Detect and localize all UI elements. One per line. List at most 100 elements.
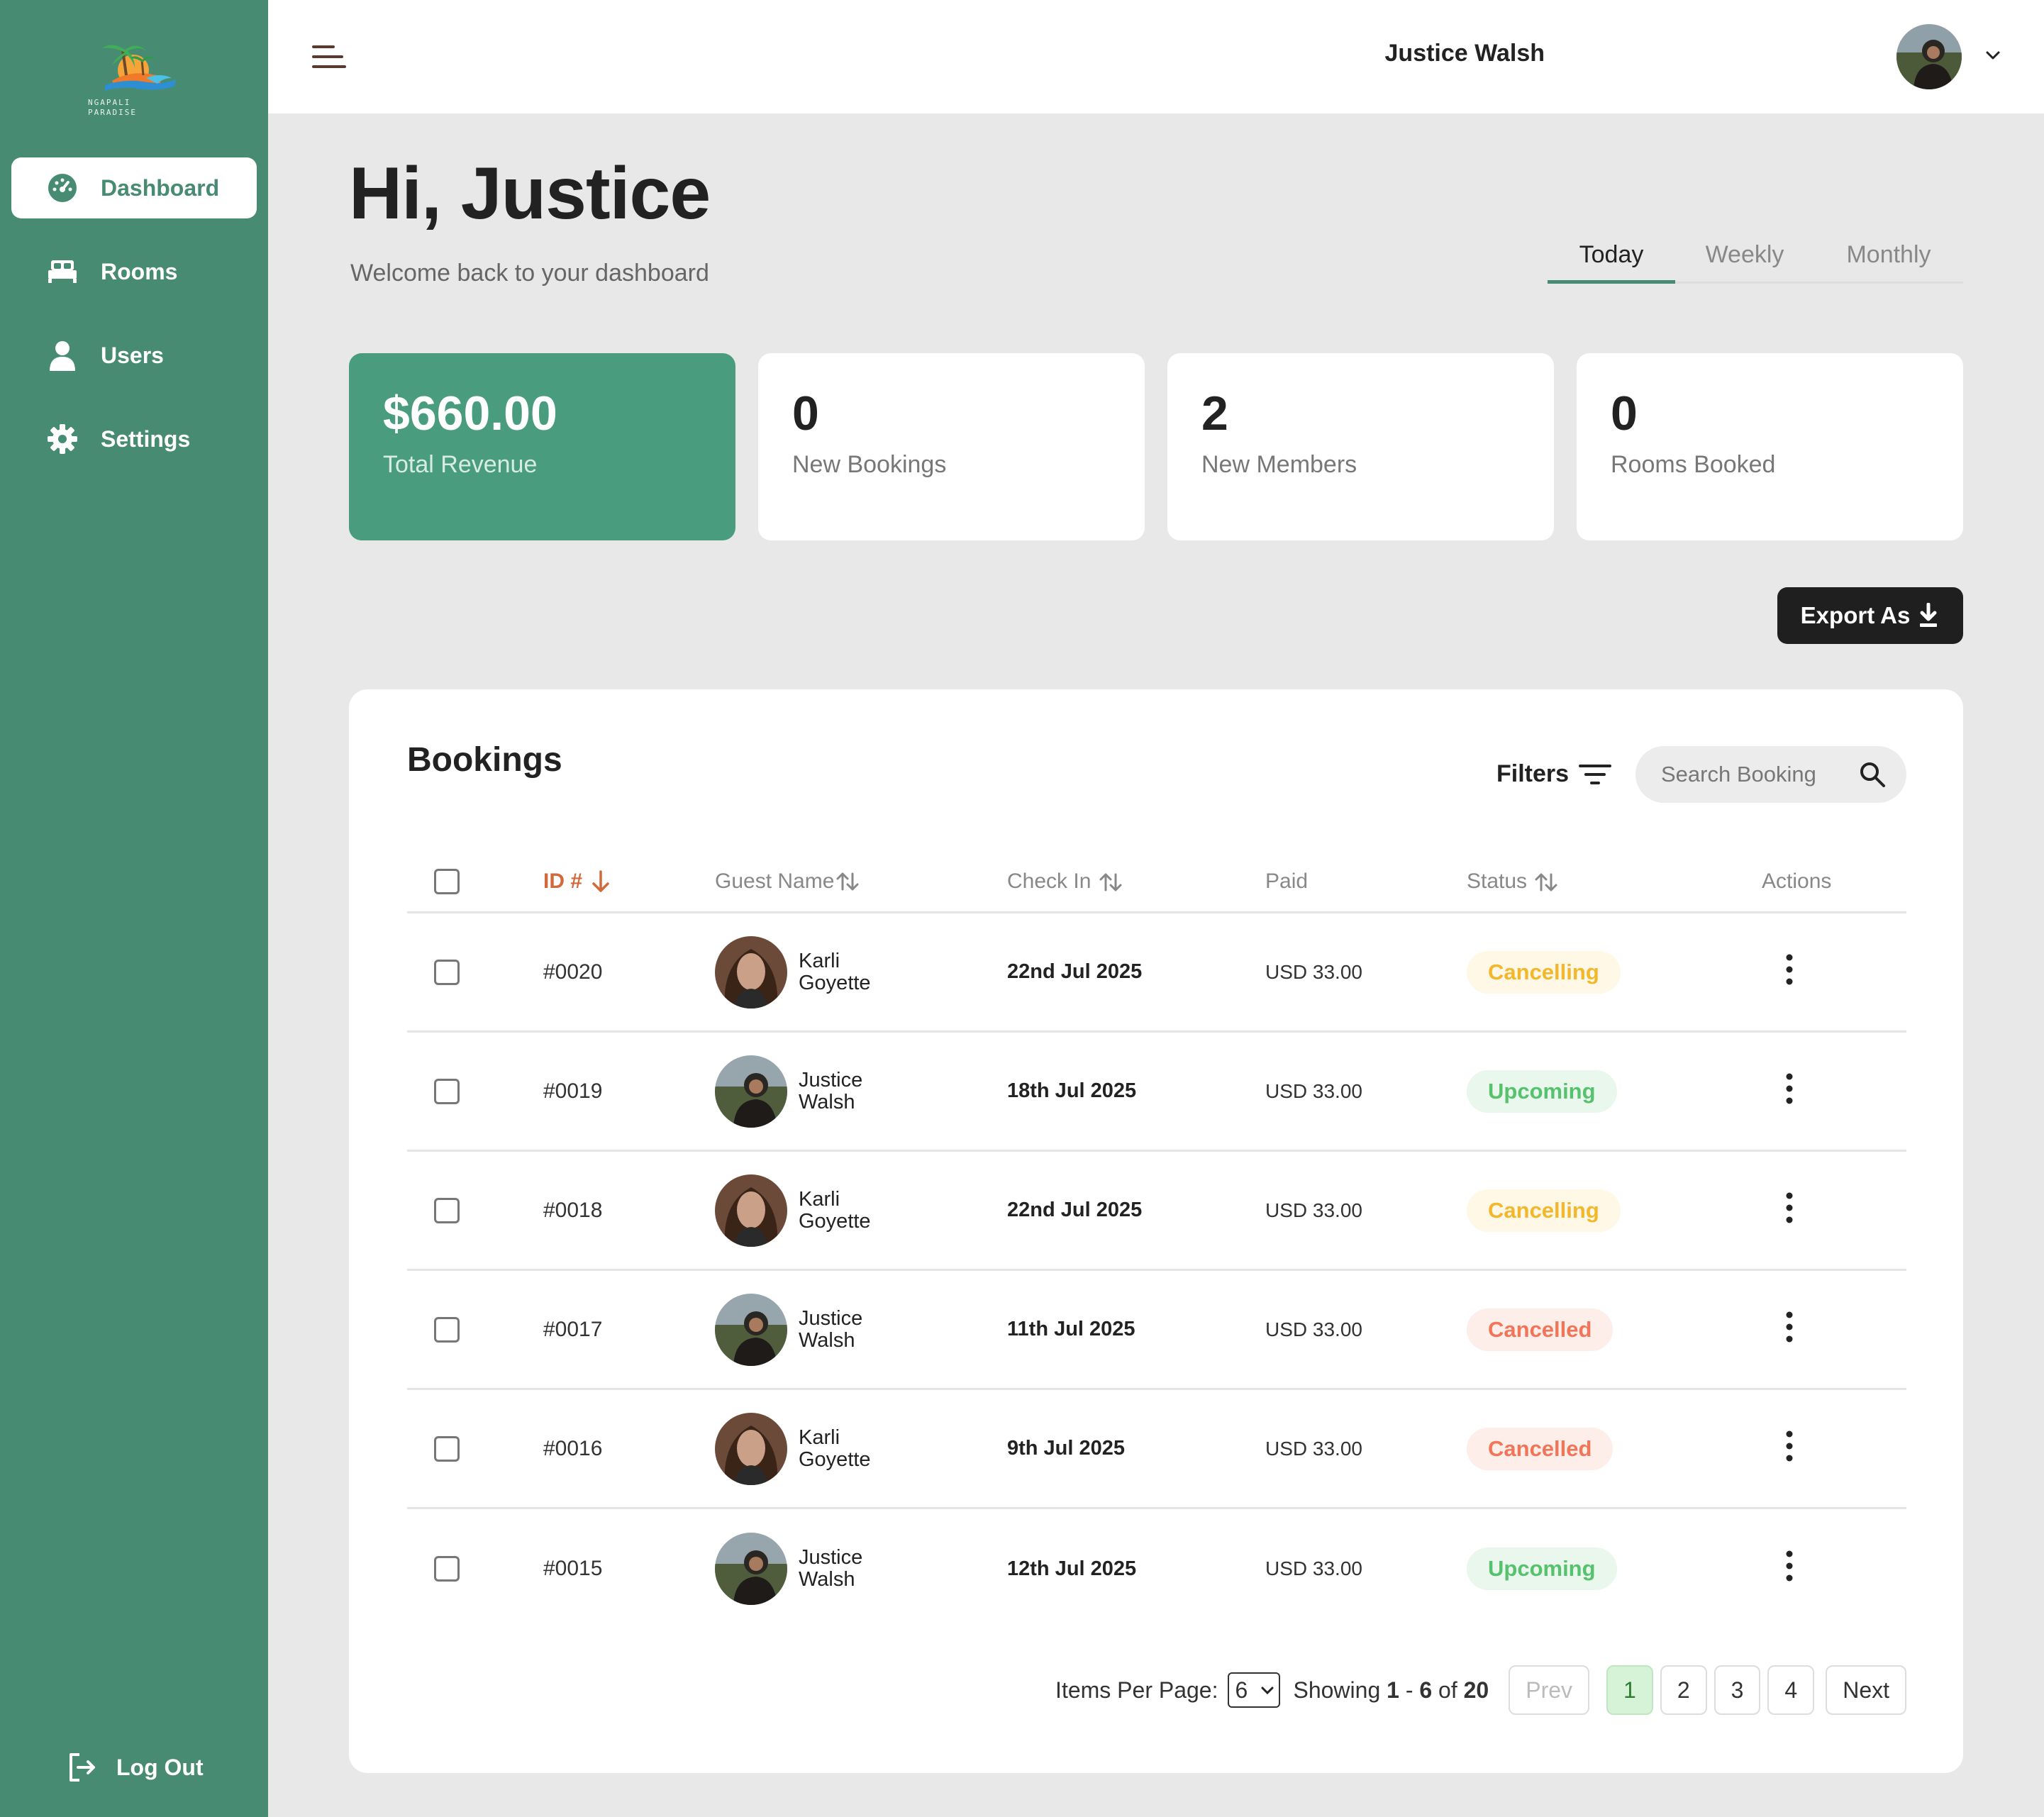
- avatar[interactable]: [1896, 24, 1962, 89]
- row-checkbox[interactable]: [434, 1078, 460, 1104]
- column-status[interactable]: Status: [1467, 869, 1762, 894]
- sidebar-item-settings[interactable]: Settings: [11, 409, 257, 469]
- logout-icon: [67, 1752, 98, 1783]
- more-actions-icon[interactable]: [1779, 1071, 1800, 1106]
- bookings-title: Bookings: [407, 741, 562, 779]
- filters-label: Filters: [1496, 760, 1570, 787]
- stat-value: 0: [792, 387, 819, 440]
- booking-id: #0015: [543, 1557, 603, 1580]
- paid-amount: USD 33.00: [1265, 1199, 1362, 1221]
- sidebar-item-rooms[interactable]: Rooms: [11, 241, 257, 302]
- guest-name: Karli Goyette: [799, 950, 871, 994]
- brand-logo[interactable]: NGAPALI PARADISE: [84, 31, 183, 117]
- row-checkbox[interactable]: [434, 1316, 460, 1343]
- row-checkbox[interactable]: [434, 959, 460, 985]
- stat-label: Rooms Booked: [1611, 451, 1776, 478]
- paid-amount: USD 33.00: [1265, 960, 1362, 983]
- booking-id: #0016: [543, 1436, 603, 1460]
- column-status-label: Status: [1467, 869, 1528, 893]
- row-checkbox[interactable]: [434, 1556, 460, 1582]
- sidebar: NGAPALI PARADISE Dashboard Rooms Users S…: [0, 0, 268, 1817]
- more-actions-icon[interactable]: [1779, 1309, 1800, 1345]
- more-actions-icon[interactable]: [1779, 1548, 1800, 1584]
- more-actions-icon[interactable]: [1779, 1190, 1800, 1226]
- page-button-4[interactable]: 4: [1767, 1665, 1815, 1715]
- column-id-label: ID #: [543, 869, 583, 893]
- download-icon: [1917, 602, 1940, 628]
- sidebar-item-label: Settings: [101, 426, 191, 452]
- sidebar-item-dashboard[interactable]: Dashboard: [11, 157, 257, 218]
- menu-toggle-icon[interactable]: [312, 45, 348, 74]
- items-per-page-value: 6: [1235, 1677, 1248, 1703]
- guest-name: Justice Walsh: [799, 1069, 862, 1113]
- guest-cell: Karli Goyette: [715, 935, 1007, 1008]
- column-guest[interactable]: Guest Name: [715, 869, 1007, 894]
- chevron-down-icon[interactable]: [1983, 47, 2003, 64]
- booking-id: #0019: [543, 1079, 603, 1103]
- period-tabs: Today Weekly Monthly: [1548, 233, 1963, 284]
- gauge-icon: [47, 172, 78, 204]
- stat-label: New Bookings: [792, 451, 947, 478]
- logout-button[interactable]: Log Out: [67, 1752, 204, 1783]
- logo-text-1: NGAPALI: [88, 98, 130, 107]
- items-per-page-select[interactable]: 6: [1228, 1672, 1281, 1708]
- export-label: Export As: [1800, 602, 1911, 628]
- more-actions-icon[interactable]: [1779, 1428, 1800, 1464]
- filters-button[interactable]: Filters: [1496, 760, 1612, 788]
- tab-today[interactable]: Today: [1548, 233, 1675, 284]
- table-body: #0020 Karli Goyette 22nd Jul 2025 USD 33.00 C…: [407, 913, 1906, 1628]
- guest-cell: Justice Walsh: [715, 1293, 1007, 1366]
- tab-weekly[interactable]: Weekly: [1675, 233, 1814, 282]
- more-actions-icon[interactable]: [1779, 952, 1800, 987]
- guest-last-name: Walsh: [799, 1090, 855, 1113]
- avatar: [715, 1293, 787, 1366]
- table-row[interactable]: #0016 Karli Goyette 9th Jul 2025 USD 33.00 Ca…: [407, 1390, 1906, 1509]
- guest-cell: Justice Walsh: [715, 1533, 1007, 1605]
- table-row[interactable]: #0020 Karli Goyette 22nd Jul 2025 USD 33.00 C…: [407, 913, 1906, 1033]
- column-check-in[interactable]: Check In: [1007, 869, 1265, 894]
- page-button-3[interactable]: 3: [1713, 1665, 1761, 1715]
- sidebar-item-users[interactable]: Users: [11, 325, 257, 386]
- column-id[interactable]: ID #: [543, 869, 715, 894]
- check-in-date: 9th Jul 2025: [1007, 1437, 1126, 1460]
- search-input[interactable]: [1661, 762, 1853, 787]
- tab-monthly[interactable]: Monthly: [1814, 233, 1963, 282]
- select-all-checkbox[interactable]: [434, 868, 460, 894]
- search-icon[interactable]: [1858, 760, 1887, 789]
- table-row[interactable]: #0015 Justice Walsh 12th Jul 2025 USD 33.00 U…: [407, 1509, 1906, 1628]
- sidebar-item-label: Dashboard: [101, 174, 220, 201]
- status-badge: Cancelling: [1467, 1189, 1621, 1232]
- stat-cards: $660.00 Total Revenue 0 New Bookings 2 N…: [349, 353, 1963, 540]
- table-row[interactable]: #0018 Karli Goyette 22nd Jul 2025 USD 33.00 C…: [407, 1152, 1906, 1271]
- avatar: [715, 935, 787, 1008]
- user-name[interactable]: Justice Walsh: [1119, 40, 1545, 67]
- guest-first-name: Karli: [799, 949, 840, 972]
- next-button[interactable]: Next: [1826, 1665, 1906, 1715]
- table-row[interactable]: #0017 Justice Walsh 11th Jul 2025 USD 33.00 C…: [407, 1271, 1906, 1390]
- guest-cell: Justice Walsh: [715, 1055, 1007, 1128]
- bookings-panel: Bookings Filters ID # Guest Name Check I…: [349, 689, 1963, 1773]
- total-count: 20: [1463, 1677, 1489, 1703]
- column-actions: Actions: [1762, 869, 1832, 893]
- check-in-date: 18th Jul 2025: [1007, 1079, 1137, 1102]
- booking-id: #0020: [543, 960, 603, 984]
- guest-last-name: Goyette: [799, 1209, 871, 1233]
- topbar: Justice Walsh: [268, 0, 2044, 113]
- guest-name: Justice Walsh: [799, 1306, 863, 1352]
- row-checkbox[interactable]: [434, 1435, 460, 1462]
- guest-first-name: Justice: [799, 1306, 863, 1330]
- guest-cell: Karli Goyette: [715, 1174, 1007, 1247]
- column-check-in-label: Check In: [1007, 869, 1092, 893]
- sort-icon: [835, 871, 860, 892]
- pagination: Items Per Page: 6 Showing 1 - 6 of 20 Pr…: [349, 1665, 1906, 1715]
- filter-icon: [1579, 763, 1612, 786]
- prev-button[interactable]: Prev: [1509, 1665, 1590, 1715]
- table-row[interactable]: #0019 Justice Walsh 18th Jul 2025 USD 33.00 U…: [407, 1033, 1906, 1152]
- row-checkbox[interactable]: [434, 1197, 460, 1223]
- export-button[interactable]: Export As: [1777, 587, 1963, 644]
- status-badge: Cancelling: [1467, 950, 1621, 994]
- page-button-2[interactable]: 2: [1660, 1665, 1707, 1715]
- page-button-1[interactable]: 1: [1606, 1665, 1653, 1715]
- showing-prefix: Showing: [1293, 1677, 1381, 1703]
- guest-last-name: Walsh: [799, 1568, 855, 1591]
